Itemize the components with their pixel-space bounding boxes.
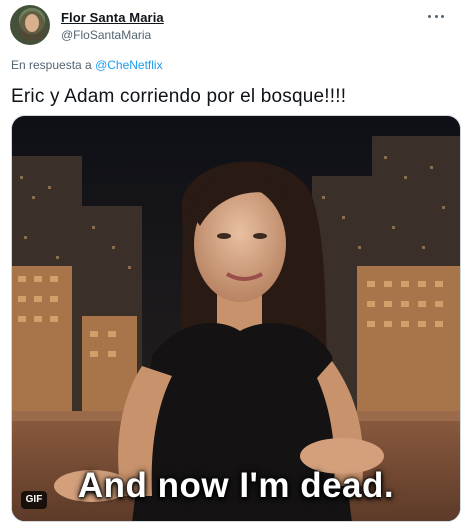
author-name[interactable]: Flor Santa Maria (61, 10, 164, 25)
tweet-text: Eric y Adam corriendo por el bosque!!!! (11, 86, 347, 107)
tweet: Flor Santa Maria @FloSantaMaria En respu… (0, 0, 472, 532)
gif-caption: And now I'm dead. (77, 466, 395, 505)
reply-mention-link[interactable]: @CheNetflix (95, 58, 163, 72)
avatar-face (25, 14, 39, 32)
reply-context: En respuesta a @CheNetflix (11, 58, 163, 72)
gif-badge: GIF (21, 491, 47, 509)
author-handle[interactable]: @FloSantaMaria (61, 28, 151, 42)
tweet-media-gif[interactable]: And now I'm dead. GIF (11, 115, 461, 522)
gif-frame (12, 116, 460, 521)
avatar[interactable] (10, 5, 50, 45)
more-dot (428, 14, 431, 18)
reply-prefix: En respuesta a (11, 58, 92, 72)
more-dot (434, 14, 438, 18)
more-horizontal-icon[interactable] (424, 10, 448, 22)
more-dot (441, 14, 444, 18)
